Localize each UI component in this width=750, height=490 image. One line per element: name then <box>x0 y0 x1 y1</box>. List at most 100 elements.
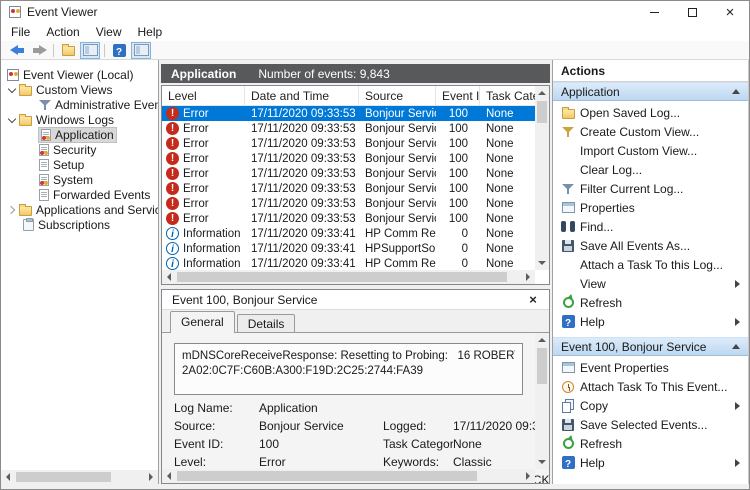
details-horizontal-scrollbar[interactable] <box>162 469 535 483</box>
show-action-pane-button[interactable] <box>131 41 151 59</box>
date-cell: 17/11/2020 09:33:41 <box>251 227 356 240</box>
action-find[interactable]: Find... <box>553 217 748 236</box>
scrollbar-thumb[interactable] <box>177 471 477 481</box>
action-copy[interactable]: Copy <box>553 396 748 415</box>
folder-icon <box>19 203 32 216</box>
column-header-task-category[interactable]: Task Catego... <box>480 86 535 105</box>
tree-item-system[interactable]: System <box>1 172 158 187</box>
action-properties[interactable]: Properties <box>553 198 748 217</box>
tree-item-label: Administrative Events <box>55 97 159 112</box>
date-cell: 17/11/2020 09:33:53 <box>251 167 356 180</box>
action-label: Help <box>580 314 605 329</box>
action-filter-current-log[interactable]: Filter Current Log... <box>553 179 748 198</box>
table-row[interactable]: Error 17/11/2020 09:33:53 Bonjour Servic… <box>162 106 535 121</box>
table-row[interactable]: Error 17/11/2020 09:33:53 Bonjour Servic… <box>162 211 535 226</box>
close-details-button[interactable] <box>525 292 541 307</box>
table-row[interactable]: Information 17/11/2020 09:33:41 HPSuppor… <box>162 241 535 256</box>
field-row: Event ID: 100 Task Category: None <box>174 435 549 453</box>
scroll-right-arrow[interactable] <box>521 270 535 284</box>
table-row[interactable]: Error 17/11/2020 09:33:53 Bonjour Servic… <box>162 121 535 136</box>
table-row[interactable]: Error 17/11/2020 09:33:53 Bonjour Servic… <box>162 136 535 151</box>
table-row[interactable]: Information 17/11/2020 09:33:41 HP Comm … <box>162 256 535 270</box>
table-row[interactable]: Error 17/11/2020 09:33:53 Bonjour Servic… <box>162 196 535 211</box>
help-toolbar-button[interactable] <box>109 42 129 59</box>
minimize-button[interactable] <box>635 1 673 23</box>
scroll-up-arrow[interactable] <box>535 333 549 347</box>
scroll-left-arrow[interactable] <box>162 469 176 483</box>
tab-details[interactable]: Details <box>236 314 296 332</box>
scroll-left-arrow[interactable] <box>1 470 15 484</box>
event-list-vertical-scrollbar[interactable] <box>535 86 549 270</box>
action-save-all-events-as[interactable]: Save All Events As... <box>553 236 748 255</box>
scroll-down-arrow[interactable] <box>535 256 549 270</box>
event-list-horizontal-scrollbar[interactable] <box>162 270 535 284</box>
table-row[interactable]: Error 17/11/2020 09:33:53 Bonjour Servic… <box>162 166 535 181</box>
date-cell: 17/11/2020 09:33:53 <box>251 122 356 135</box>
column-header-date[interactable]: Date and Time <box>245 86 359 105</box>
back-button[interactable] <box>7 42 27 59</box>
tree-item-administrative-events[interactable]: Administrative Events <box>1 97 158 112</box>
menu-help[interactable]: Help <box>130 23 171 41</box>
show-console-tree-button[interactable] <box>80 41 100 59</box>
tree-item-event-viewer-local[interactable]: Event Viewer (Local) <box>1 67 158 82</box>
maximize-button[interactable] <box>673 1 711 23</box>
action-attach-task-to-log[interactable]: Attach a Task To this Log... <box>553 255 748 274</box>
close-button[interactable] <box>711 1 749 23</box>
chevron-expanded-icon[interactable] <box>7 85 19 95</box>
scrollbar-thumb[interactable] <box>177 272 507 282</box>
tree-item-windows-logs[interactable]: Windows Logs <box>1 112 158 127</box>
scroll-down-arrow[interactable] <box>535 455 549 469</box>
actions-section-event[interactable]: Event 100, Bonjour Service <box>553 337 748 356</box>
tree-item-security[interactable]: Security <box>1 142 158 157</box>
folder-arrow-icon <box>61 44 75 56</box>
action-import-custom-view[interactable]: Import Custom View... <box>553 141 748 160</box>
details-vertical-scrollbar[interactable] <box>535 333 549 469</box>
action-refresh-event[interactable]: Refresh <box>553 434 748 453</box>
action-attach-task-to-event[interactable]: Attach Task To This Event... <box>553 377 748 396</box>
action-help[interactable]: Help <box>553 312 748 331</box>
console-window-icon <box>82 44 98 56</box>
tree-horizontal-scrollbar[interactable] <box>1 470 158 484</box>
scroll-right-arrow[interactable] <box>521 469 535 483</box>
menu-file[interactable]: File <box>3 23 38 41</box>
scroll-left-arrow[interactable] <box>162 270 176 284</box>
scrollbar-thumb[interactable] <box>16 472 111 482</box>
action-event-properties[interactable]: Event Properties <box>553 358 748 377</box>
actions-section-application[interactable]: Application <box>553 82 748 101</box>
menu-view[interactable]: View <box>88 23 130 41</box>
action-save-selected-events[interactable]: Save Selected Events... <box>553 415 748 434</box>
tree-item-custom-views[interactable]: Custom Views <box>1 82 158 97</box>
open-saved-log-toolbar-button[interactable] <box>58 42 78 59</box>
action-open-saved-log[interactable]: Open Saved Log... <box>553 103 748 122</box>
column-header-source[interactable]: Source <box>359 86 436 105</box>
chevron-expanded-icon[interactable] <box>7 115 19 125</box>
tree-item-applications-services-logs[interactable]: Applications and Services Lo <box>1 202 158 217</box>
scrollbar-thumb[interactable] <box>537 348 547 384</box>
action-create-custom-view[interactable]: Create Custom View... <box>553 122 748 141</box>
tree-item-forwarded-events[interactable]: Forwarded Events <box>1 187 158 202</box>
tab-general[interactable]: General <box>170 311 235 333</box>
main-area: Event Viewer (Local) Custom Views Admini… <box>1 60 749 489</box>
menu-action[interactable]: Action <box>38 23 87 41</box>
collapse-arrow-icon <box>732 344 740 349</box>
action-view[interactable]: View <box>553 274 748 293</box>
event-log-icon <box>41 128 51 141</box>
folder-icon <box>19 113 32 126</box>
scroll-right-arrow[interactable] <box>144 470 158 484</box>
column-header-event-id[interactable]: Event ID <box>436 86 480 105</box>
tree-item-subscriptions[interactable]: Subscriptions <box>1 217 158 232</box>
chevron-collapsed-icon[interactable] <box>7 205 19 215</box>
action-label: Save Selected Events... <box>580 417 708 432</box>
table-row[interactable]: Error 17/11/2020 09:33:53 Bonjour Servic… <box>162 181 535 196</box>
scrollbar-thumb[interactable] <box>537 101 547 123</box>
action-clear-log[interactable]: Clear Log... <box>553 160 748 179</box>
action-help-event[interactable]: Help <box>553 453 748 472</box>
scroll-up-arrow[interactable] <box>535 86 549 100</box>
table-row[interactable]: Information 17/11/2020 09:33:41 HP Comm … <box>162 226 535 241</box>
forward-button[interactable] <box>29 42 49 59</box>
tree-item-application[interactable]: Application <box>1 126 158 143</box>
tree-item-setup[interactable]: Setup <box>1 157 158 172</box>
column-header-level[interactable]: Level <box>162 86 245 105</box>
action-refresh[interactable]: Refresh <box>553 293 748 312</box>
table-row[interactable]: Error 17/11/2020 09:33:53 Bonjour Servic… <box>162 151 535 166</box>
